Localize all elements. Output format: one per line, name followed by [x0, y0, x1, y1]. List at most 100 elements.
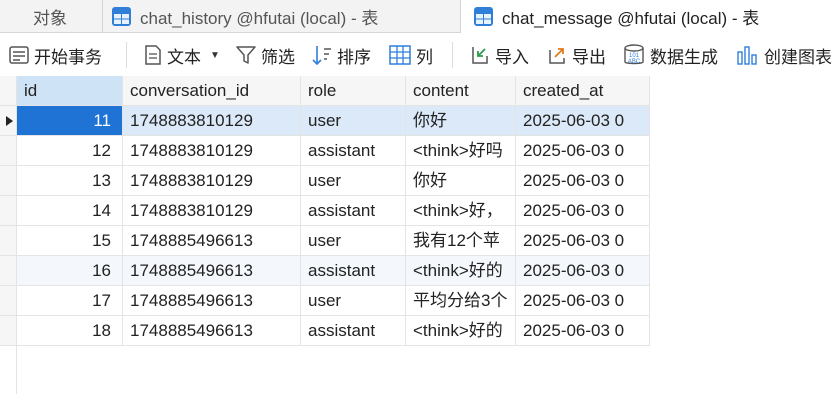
cell-conversation-id[interactable]: 1748885496613	[123, 256, 301, 286]
cell-role[interactable]: assistant	[301, 256, 406, 286]
cell-role[interactable]: assistant	[301, 196, 406, 226]
begin-transaction-button[interactable]: 开始事务	[8, 33, 102, 77]
cell-conversation-id[interactable]: 1748883810129	[123, 196, 301, 226]
cell-role[interactable]: assistant	[301, 136, 406, 166]
row-marker[interactable]	[0, 196, 17, 226]
text-label: 文本	[167, 47, 201, 67]
create-chart-button[interactable]: 创建图表	[736, 33, 832, 77]
cell-content[interactable]: 你好	[406, 166, 516, 196]
cell-content[interactable]: 你好	[406, 106, 516, 136]
row-marker[interactable]	[0, 136, 17, 166]
cell-id[interactable]: 12	[17, 136, 123, 166]
toolbar-divider	[452, 42, 453, 68]
cell-id[interactable]: 14	[17, 196, 123, 226]
data-generation-icon: 101 ABC	[624, 44, 644, 65]
column-header-content[interactable]: content	[406, 76, 516, 106]
cell-id[interactable]: 18	[17, 316, 123, 346]
cell-content[interactable]: <think>好的	[406, 256, 516, 286]
table-row[interactable]: 17 1748885496613 user 平均分给3个 2025-06-03 …	[0, 286, 650, 316]
table-row[interactable]: 12 1748883810129 assistant <think>好吗 202…	[0, 136, 650, 166]
cell-id[interactable]: 16	[17, 256, 123, 286]
cell-conversation-id[interactable]: 1748885496613	[123, 286, 301, 316]
grid-header-row: id conversation_id role content created_…	[0, 76, 650, 106]
cell-created-at[interactable]: 2025-06-03 0	[516, 256, 650, 286]
svg-text:ABC: ABC	[628, 59, 641, 65]
row-marker[interactable]	[0, 106, 17, 136]
column-header-conversation-id[interactable]: conversation_id	[123, 76, 301, 106]
cell-conversation-id[interactable]: 1748883810129	[123, 106, 301, 136]
row-marker[interactable]	[0, 256, 17, 286]
column-header-role[interactable]: role	[301, 76, 406, 106]
column-header-id[interactable]: id	[17, 76, 123, 106]
tab-chat-history[interactable]: chat_history @hfutai (local) - 表	[103, 0, 461, 32]
table-row[interactable]: 13 1748883810129 user 你好 2025-06-03 0	[0, 166, 650, 196]
generate-data-label: 数据生成	[650, 47, 718, 67]
create-chart-label: 创建图表	[764, 47, 832, 67]
row-marker-gutter	[0, 316, 17, 394]
cell-id[interactable]: 15	[17, 226, 123, 256]
transaction-icon	[9, 46, 29, 64]
sort-label: 排序	[337, 47, 371, 67]
tab-bar: 对象 chat_history @hfutai (local) - 表 chat…	[0, 0, 837, 33]
cell-content[interactable]: 平均分给3个	[406, 286, 516, 316]
table-row[interactable]: 16 1748885496613 assistant <think>好的 202…	[0, 256, 650, 286]
row-marker[interactable]	[0, 166, 17, 196]
cell-content[interactable]: <think>好吗	[406, 136, 516, 166]
cell-id[interactable]: 11	[17, 106, 123, 136]
table-row[interactable]: 11 1748883810129 user 你好 2025-06-03 0	[0, 106, 650, 136]
export-label: 导出	[572, 47, 606, 67]
table-row[interactable]: 15 1748885496613 user 我有12个苹 2025-06-03 …	[0, 226, 650, 256]
row-marker-header	[0, 76, 17, 106]
table-icon	[112, 6, 131, 26]
toolbar-divider	[126, 42, 127, 68]
cell-created-at[interactable]: 2025-06-03 0	[516, 226, 650, 256]
cell-conversation-id[interactable]: 1748885496613	[123, 316, 301, 346]
filter-button[interactable]: 筛选	[235, 33, 295, 77]
cell-id[interactable]: 17	[17, 286, 123, 316]
table-row[interactable]: 18 1748885496613 assistant <think>好的 202…	[0, 316, 650, 346]
row-marker[interactable]	[0, 286, 17, 316]
import-icon	[472, 47, 488, 64]
table-icon	[474, 7, 493, 26]
filter-label: 筛选	[261, 47, 295, 67]
column-header-created-at[interactable]: created_at	[516, 76, 650, 106]
cell-role[interactable]: assistant	[301, 316, 406, 346]
import-button[interactable]: 导入	[469, 33, 529, 77]
cell-id[interactable]: 13	[17, 166, 123, 196]
columns-label: 列	[416, 47, 433, 67]
row-marker[interactable]	[0, 226, 17, 256]
export-button[interactable]: 导出	[546, 33, 606, 77]
current-row-arrow-icon	[6, 116, 13, 126]
document-icon	[145, 45, 161, 65]
cell-content[interactable]: <think>好，	[406, 196, 516, 226]
table-row[interactable]: 14 1748883810129 assistant <think>好， 202…	[0, 196, 650, 226]
cell-created-at[interactable]: 2025-06-03 0	[516, 286, 650, 316]
cell-created-at[interactable]: 2025-06-03 0	[516, 136, 650, 166]
columns-button[interactable]: 列	[388, 33, 433, 77]
generate-data-button[interactable]: 101 ABC 数据生成	[622, 33, 718, 77]
cell-conversation-id[interactable]: 1748885496613	[123, 226, 301, 256]
cell-role[interactable]: user	[301, 166, 406, 196]
cell-role[interactable]: user	[301, 226, 406, 256]
cell-conversation-id[interactable]: 1748883810129	[123, 166, 301, 196]
cell-created-at[interactable]: 2025-06-03 0	[516, 196, 650, 226]
columns-icon	[389, 45, 411, 65]
cell-conversation-id[interactable]: 1748883810129	[123, 136, 301, 166]
cell-role[interactable]: user	[301, 106, 406, 136]
sort-icon	[312, 46, 331, 66]
tab-chat-history-label: chat_history @hfutai (local) - 表	[140, 8, 379, 28]
text-button[interactable]: 文本 ▼	[143, 33, 220, 77]
cell-content[interactable]: 我有12个苹	[406, 226, 516, 256]
bar-chart-icon	[737, 46, 757, 65]
cell-created-at[interactable]: 2025-06-03 0	[516, 166, 650, 196]
cell-content[interactable]: <think>好的	[406, 316, 516, 346]
filter-icon	[236, 46, 256, 64]
cell-created-at[interactable]: 2025-06-03 0	[516, 106, 650, 136]
sort-button[interactable]: 排序	[311, 33, 371, 77]
chevron-down-icon[interactable]: ▼	[210, 50, 220, 61]
tab-chat-message[interactable]: chat_message @hfutai (local) - 表	[461, 0, 837, 33]
cell-created-at[interactable]: 2025-06-03 0	[516, 316, 650, 346]
cell-role[interactable]: user	[301, 286, 406, 316]
tab-objects[interactable]: 对象	[0, 0, 103, 32]
tab-chat-message-label: chat_message @hfutai (local) - 表	[502, 9, 760, 28]
